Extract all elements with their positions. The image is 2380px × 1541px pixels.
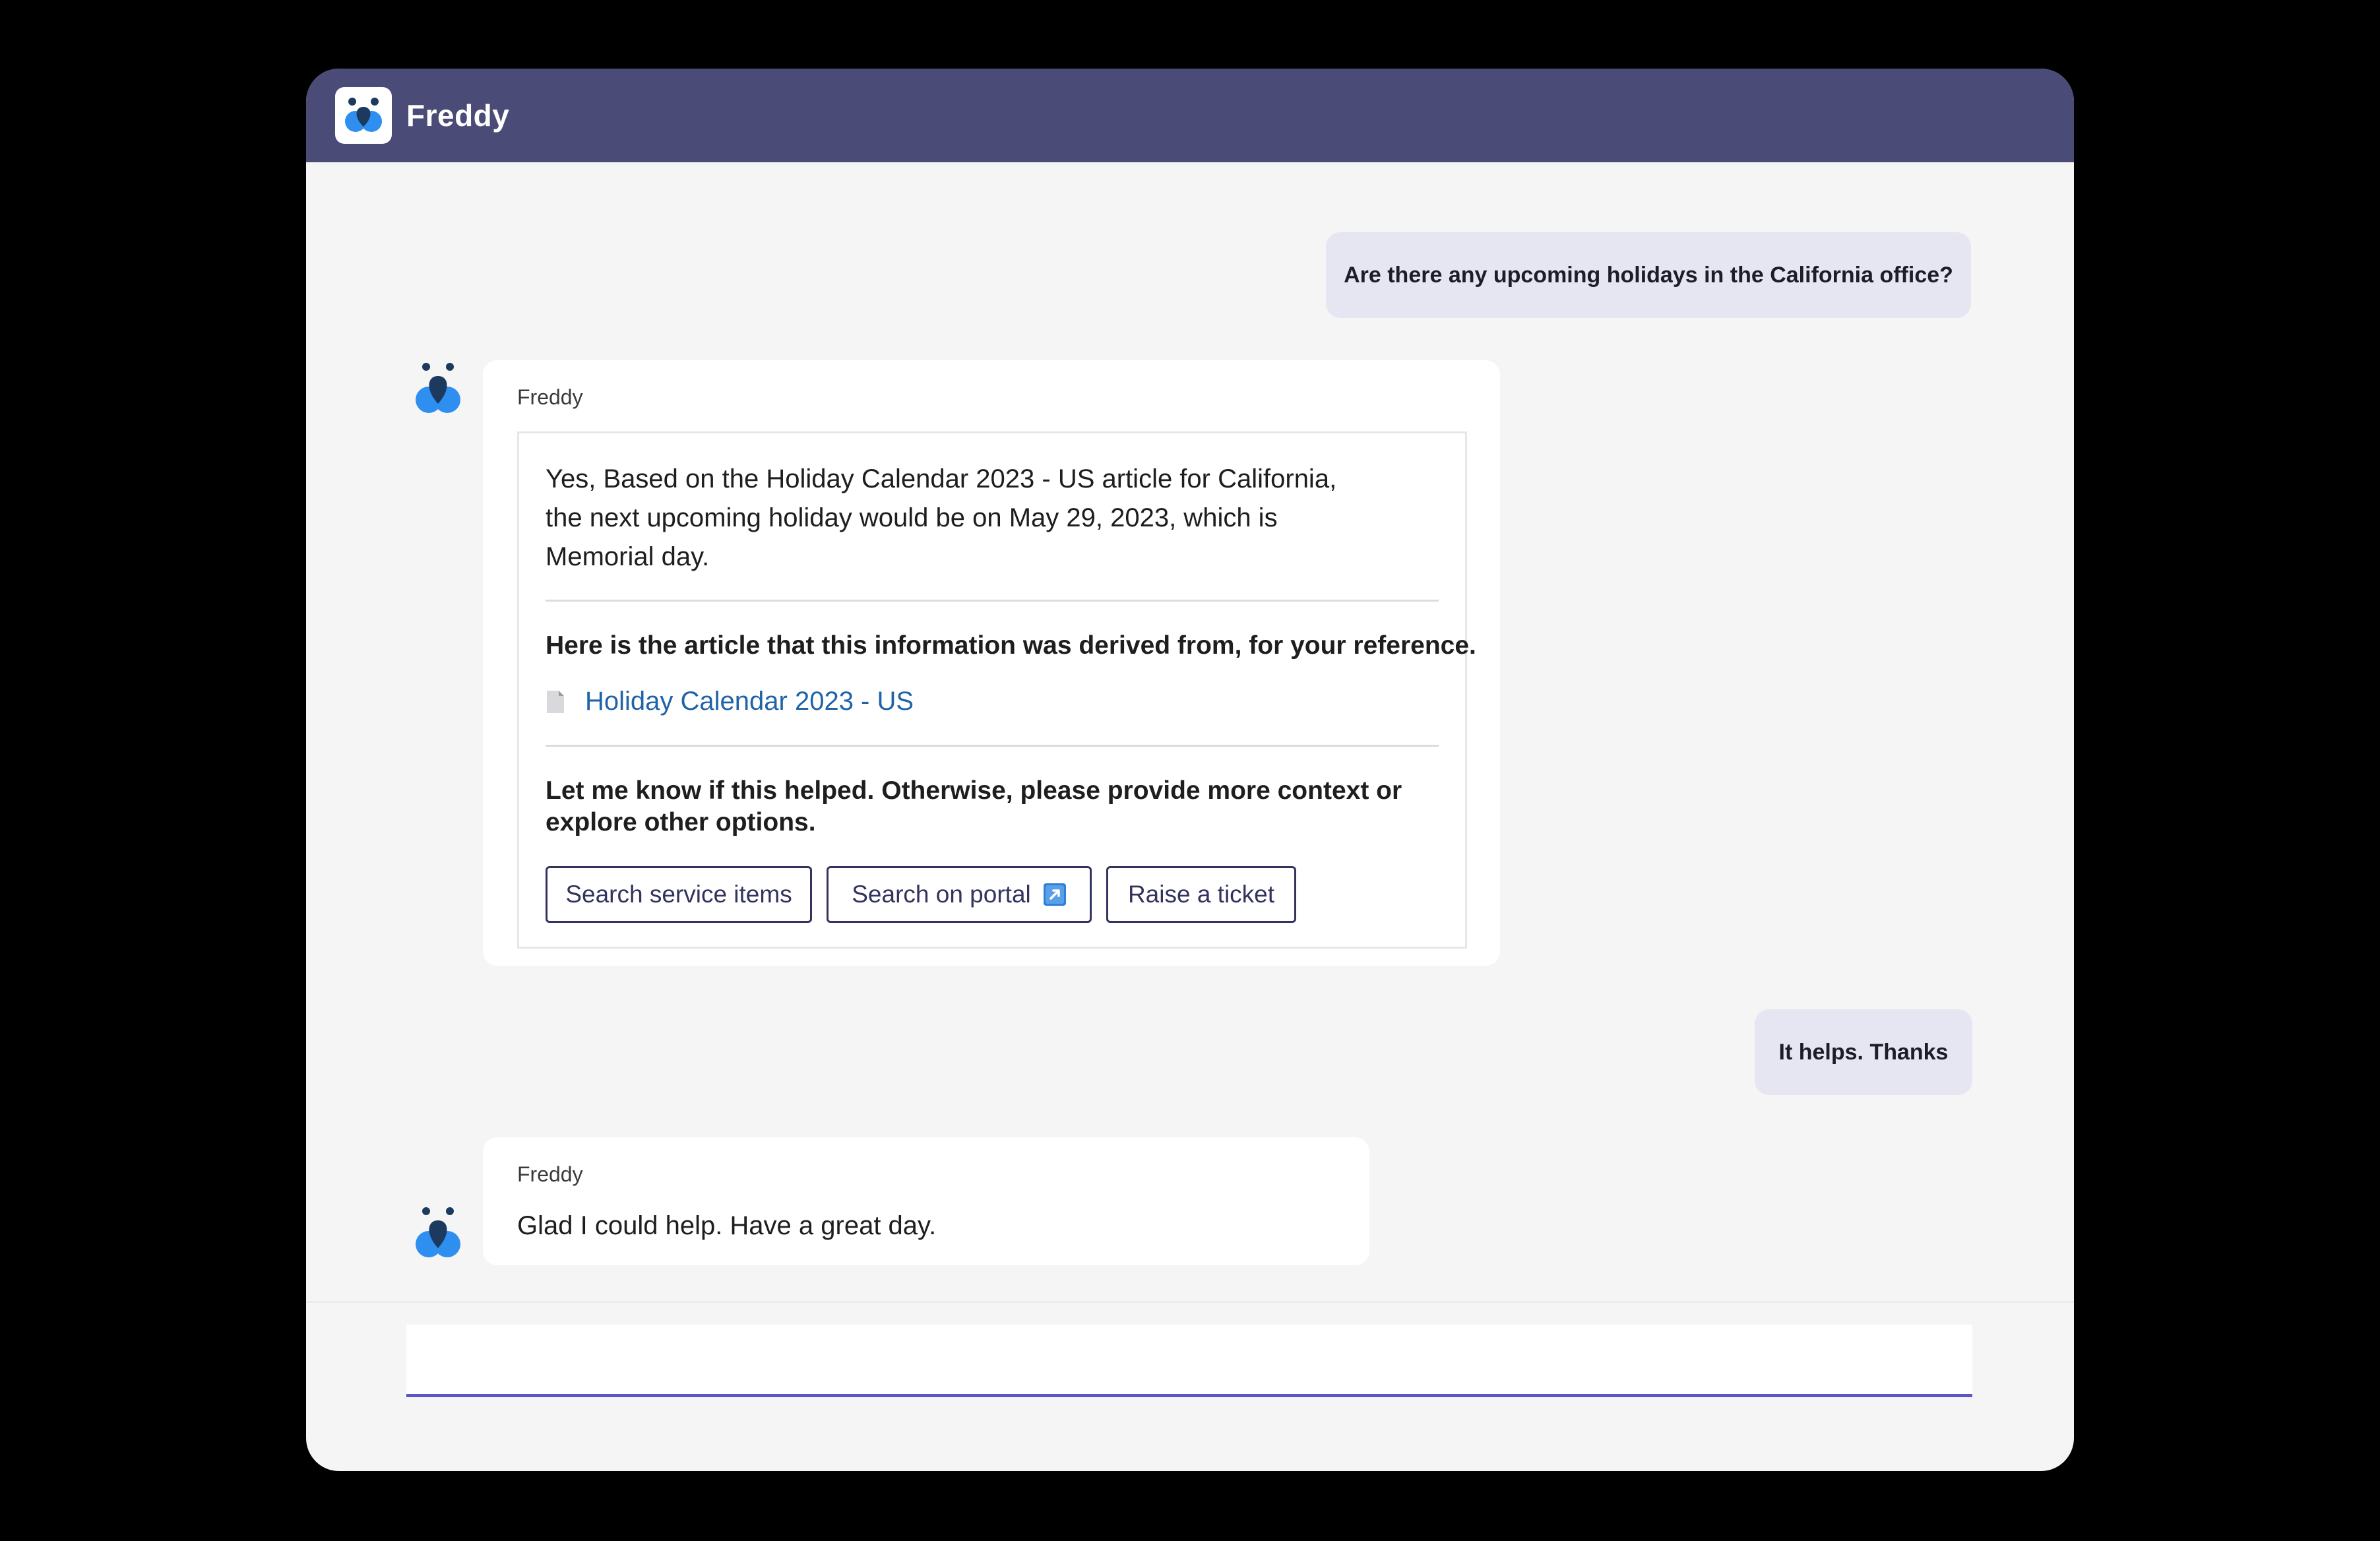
reference-heading: Here is the article that this informatio… [546, 631, 1476, 660]
sender-name: Freddy [517, 1162, 583, 1186]
search-service-items-button[interactable]: Search service items [546, 866, 812, 923]
answer-card: Yes, Based on the Holiday Calendar 2023 … [517, 431, 1476, 949]
button-label: Search on portal [852, 881, 1031, 908]
answer-text: Yes, Based on the Holiday Calendar 2023 … [546, 464, 1337, 571]
divider [546, 745, 1439, 747]
app-title: Freddy [406, 98, 510, 133]
footer-divider [306, 1301, 2074, 1303]
title-bar: Freddy [306, 69, 2074, 162]
message-input[interactable] [406, 1325, 1972, 1397]
freddy-logo-icon [335, 87, 392, 144]
document-icon [546, 689, 565, 714]
action-buttons: Search service items Search on portal Ra… [546, 866, 1296, 923]
divider [546, 600, 1439, 602]
button-label: Raise a ticket [1127, 881, 1275, 908]
article-reference[interactable]: Holiday Calendar 2023 - US [546, 687, 914, 716]
search-on-portal-button[interactable]: Search on portal [827, 866, 1092, 923]
article-link[interactable]: Holiday Calendar 2023 - US [585, 687, 914, 716]
raise-ticket-button[interactable]: Raise a ticket [1106, 866, 1296, 923]
external-link-icon [1043, 883, 1067, 906]
button-label: Search service items [565, 881, 792, 908]
bot-message-text: Glad I could help. Have a great day. [517, 1211, 937, 1240]
followup-text: Let me know if this helped. Otherwise, p… [546, 776, 1402, 836]
chat-window: Freddy Are there any upcoming holidays i… [306, 69, 2074, 1471]
bot-message: Freddy Glad I could help. Have a great d… [483, 1137, 1369, 1265]
freddy-avatar-icon [406, 1202, 470, 1265]
user-message: It helps. Thanks [1755, 1009, 1972, 1095]
user-message: Are there any upcoming holidays in the C… [1326, 232, 1971, 318]
bot-message: Freddy Yes, Based on the Holiday Calenda… [483, 360, 1500, 966]
sender-name: Freddy [517, 385, 583, 409]
freddy-avatar-icon [406, 358, 470, 421]
